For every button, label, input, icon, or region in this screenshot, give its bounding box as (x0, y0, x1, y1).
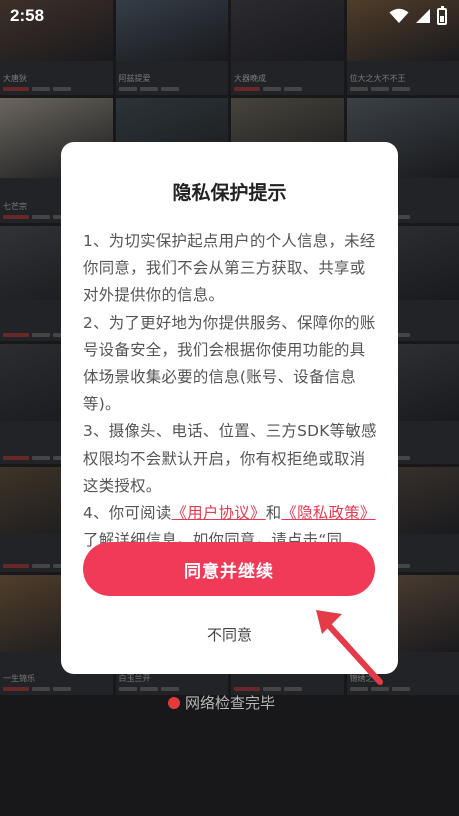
privacy-policy-link[interactable]: 《隐私政策》 (281, 504, 375, 522)
status-icons (389, 5, 447, 25)
status-bar: 2:58 (0, 0, 459, 32)
dialog-body: 1、为切实保护起点用户的个人信息，未经你同意，我们不会从第三方获取、共享或对外提… (83, 228, 379, 582)
network-check-toast: 网络检查完毕 (168, 692, 275, 713)
privacy-paragraph-3: 3、摄像头、电话、位置、三方SDK等敏感权限均不会默认开启，你有权拒绝或取消这类… (83, 422, 377, 495)
user-agreement-link[interactable]: 《用户协议》 (172, 504, 266, 522)
cellular-signal-icon (416, 9, 430, 23)
wifi-icon (389, 8, 409, 23)
privacy-paragraph-1: 1、为切实保护起点用户的个人信息，未经你同意，我们不会从第三方获取、共享或对外提… (83, 232, 376, 305)
toast-text: 网络检查完毕 (185, 694, 276, 712)
dialog-title: 隐私保护提示 (172, 182, 287, 204)
toast-dot-icon (168, 696, 180, 709)
and-text: 和 (265, 504, 282, 523)
pointer-arrow-icon (316, 610, 383, 685)
battery-icon (437, 5, 447, 25)
status-time: 2:58 (10, 6, 45, 25)
privacy-dialog: 隐私保护提示 1、为切实保护起点用户的个人信息，未经你同意，我们不会从第三方获取… (61, 142, 398, 674)
agree-and-continue-button[interactable]: 同意并继续 (83, 542, 375, 596)
paragraph-4-prefix: 4、你可阅读 (83, 504, 172, 523)
privacy-paragraph-2: 2、为了更好地为你提供服务、保障你的账号设备安全，我们会根据你使用功能的具体场景… (83, 313, 376, 414)
